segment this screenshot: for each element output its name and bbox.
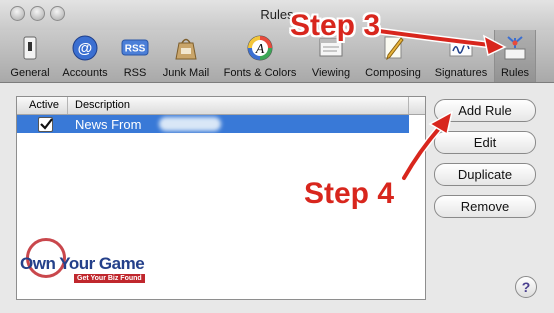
duplicate-button[interactable]: Duplicate bbox=[434, 163, 536, 186]
junk-mail-bag-icon bbox=[175, 38, 197, 60]
rule-description: News From bbox=[75, 117, 142, 132]
toolbar-item-rss[interactable]: RSS RSS bbox=[116, 30, 154, 82]
toolbar-label-junk-mail: Junk Mail bbox=[162, 67, 210, 79]
pencil-icon bbox=[384, 36, 404, 61]
mail-preferences-window: Rules General @ Accounts RSS RSS Junk Ma… bbox=[0, 0, 554, 313]
fonts-colors-icon: A bbox=[247, 35, 273, 61]
toolbar-label-fonts-colors: Fonts & Colors bbox=[223, 67, 297, 79]
rules-list-header: Active Description bbox=[17, 97, 425, 115]
signature-icon bbox=[449, 39, 473, 57]
rule-row[interactable]: News From bbox=[17, 115, 409, 133]
svg-text:RSS: RSS bbox=[125, 44, 146, 55]
toolbar-label-rss: RSS bbox=[123, 67, 147, 79]
edit-button[interactable]: Edit bbox=[434, 131, 536, 154]
checkmark-icon bbox=[40, 118, 53, 130]
toolbar-item-accounts[interactable]: @ Accounts bbox=[58, 30, 112, 82]
annotation-step-4: Step 4 bbox=[304, 177, 395, 210]
at-sign-icon: @ bbox=[72, 35, 98, 61]
toolbar-item-general[interactable]: General bbox=[4, 30, 56, 82]
toolbar-label-composing: Composing bbox=[365, 67, 421, 79]
add-rule-button[interactable]: Add Rule bbox=[434, 99, 536, 122]
toolbar-item-signatures[interactable]: Signatures bbox=[430, 30, 492, 82]
toolbar-label-signatures: Signatures bbox=[434, 67, 488, 79]
switch-icon bbox=[23, 36, 37, 60]
toolbar-label-rules: Rules bbox=[500, 67, 530, 79]
svg-text:@: @ bbox=[78, 40, 93, 57]
title-bar: Rules bbox=[0, 0, 554, 30]
logo-tagline: Get Your Biz Found bbox=[74, 274, 145, 283]
logo-title: Own Your Game bbox=[20, 254, 145, 273]
toolbar-label-viewing: Viewing bbox=[311, 67, 351, 79]
own-your-game-logo: Own Your Game Get Your Biz Found bbox=[20, 238, 150, 298]
remove-button[interactable]: Remove bbox=[434, 195, 536, 218]
svg-text:A: A bbox=[255, 42, 265, 57]
toolbar-label-accounts: Accounts bbox=[62, 67, 108, 79]
preferences-toolbar: General @ Accounts RSS RSS Junk Mail A F… bbox=[0, 30, 554, 83]
toolbar-label-general: General bbox=[10, 67, 50, 79]
column-header-description[interactable]: Description bbox=[68, 97, 409, 114]
rule-active-checkbox[interactable] bbox=[38, 117, 53, 132]
help-button[interactable]: ? bbox=[515, 276, 537, 298]
rss-icon: RSS bbox=[121, 39, 149, 56]
annotation-step-3: Step 3 bbox=[290, 9, 381, 42]
window-title: Rules bbox=[260, 7, 294, 22]
rules-icon bbox=[504, 36, 526, 60]
redacted-blur bbox=[159, 117, 221, 131]
column-header-active[interactable]: Active bbox=[17, 97, 68, 114]
toolbar-item-rules[interactable]: Rules bbox=[494, 30, 536, 82]
toolbar-item-junk-mail[interactable]: Junk Mail bbox=[158, 30, 214, 82]
